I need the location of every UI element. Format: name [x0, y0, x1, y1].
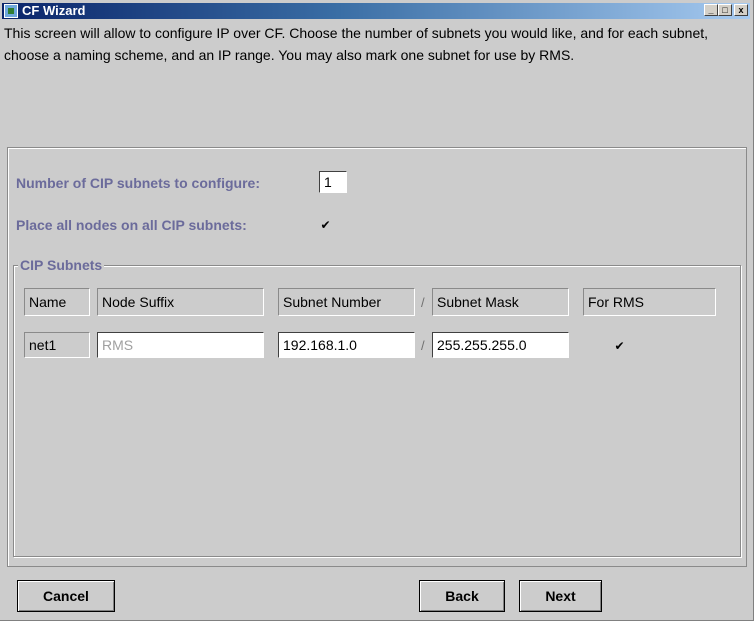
next-button[interactable]: Next [519, 580, 602, 612]
header-name: Name [24, 288, 90, 316]
row-name: net1 [24, 332, 90, 358]
header-separator: / [421, 295, 425, 310]
close-icon[interactable]: x [734, 4, 748, 16]
row-separator: / [421, 338, 425, 353]
cip-subnets-legend: CIP Subnets [18, 257, 105, 273]
window-title: CF Wizard [22, 3, 86, 18]
node-suffix-input[interactable]: RMS [97, 332, 264, 358]
header-subnet-mask: Subnet Mask [432, 288, 569, 316]
for-rms-checkbox[interactable]: ✔ [613, 340, 626, 353]
back-button[interactable]: Back [419, 580, 505, 612]
subnet-mask-input[interactable]: 255.255.255.0 [432, 332, 569, 358]
header-node-suffix: Node Suffix [97, 288, 264, 316]
maximize-icon[interactable]: □ [718, 4, 732, 16]
cf-wizard-window: CF Wizard _ □ x This screen will allow t… [0, 0, 754, 621]
subnets-count-label: Number of CIP subnets to configure: [16, 175, 260, 191]
header-for-rms: For RMS [583, 288, 716, 316]
intro-text: This screen will allow to configure IP o… [4, 25, 709, 63]
window-controls: _ □ x [704, 4, 748, 16]
cancel-button[interactable]: Cancel [17, 580, 115, 612]
place-all-nodes-checkbox[interactable]: ✔ [319, 219, 332, 232]
app-icon [4, 4, 18, 18]
subnet-number-input[interactable]: 192.168.1.0 [278, 332, 415, 358]
subnets-count-input[interactable]: 1 [319, 171, 347, 193]
place-all-nodes-label: Place all nodes on all CIP subnets: [16, 217, 247, 233]
title-bar[interactable]: CF Wizard _ □ x [2, 3, 750, 19]
minimize-icon[interactable]: _ [704, 4, 718, 16]
header-subnet-number: Subnet Number [278, 288, 415, 316]
